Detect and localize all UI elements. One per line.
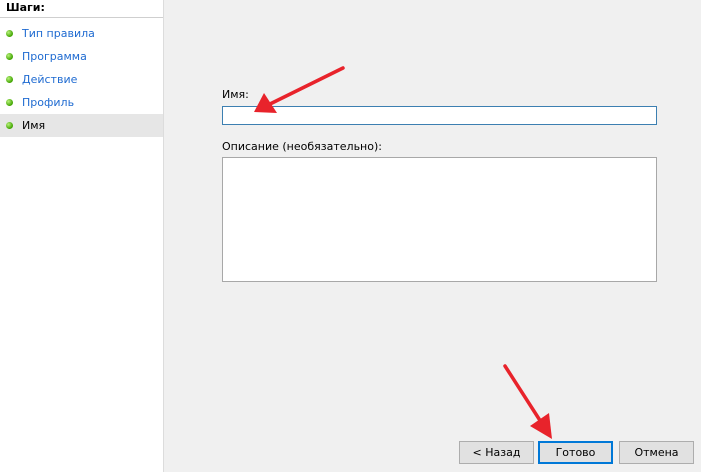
step-status-icon — [6, 53, 13, 60]
step-status-icon — [6, 99, 13, 106]
step-program[interactable]: Программа — [0, 45, 163, 68]
step-label: Программа — [22, 50, 87, 63]
step-action[interactable]: Действие — [0, 68, 163, 91]
step-name[interactable]: Имя — [0, 114, 163, 137]
steps-pane: Шаги: Тип правила Программа Действие Про… — [0, 0, 164, 472]
step-status-icon — [6, 76, 13, 83]
step-label: Действие — [22, 73, 78, 86]
step-profile[interactable]: Профиль — [0, 91, 163, 114]
name-label: Имя: — [222, 88, 249, 101]
step-status-icon — [6, 30, 13, 37]
steps-header: Шаги: — [0, 0, 163, 18]
description-label: Описание (необязательно): — [222, 140, 382, 153]
step-rule-type[interactable]: Тип правила — [0, 22, 163, 45]
cancel-button[interactable]: Отмена — [619, 441, 694, 464]
back-button[interactable]: < Назад — [459, 441, 534, 464]
step-label: Профиль — [22, 96, 75, 109]
finish-button[interactable]: Готово — [538, 441, 613, 464]
name-input[interactable] — [222, 106, 657, 125]
arrow-to-finish-button-icon — [503, 364, 552, 439]
step-label: Имя — [22, 119, 46, 132]
step-status-icon — [6, 122, 13, 129]
description-textarea[interactable] — [222, 157, 657, 282]
step-label: Тип правила — [22, 27, 95, 40]
